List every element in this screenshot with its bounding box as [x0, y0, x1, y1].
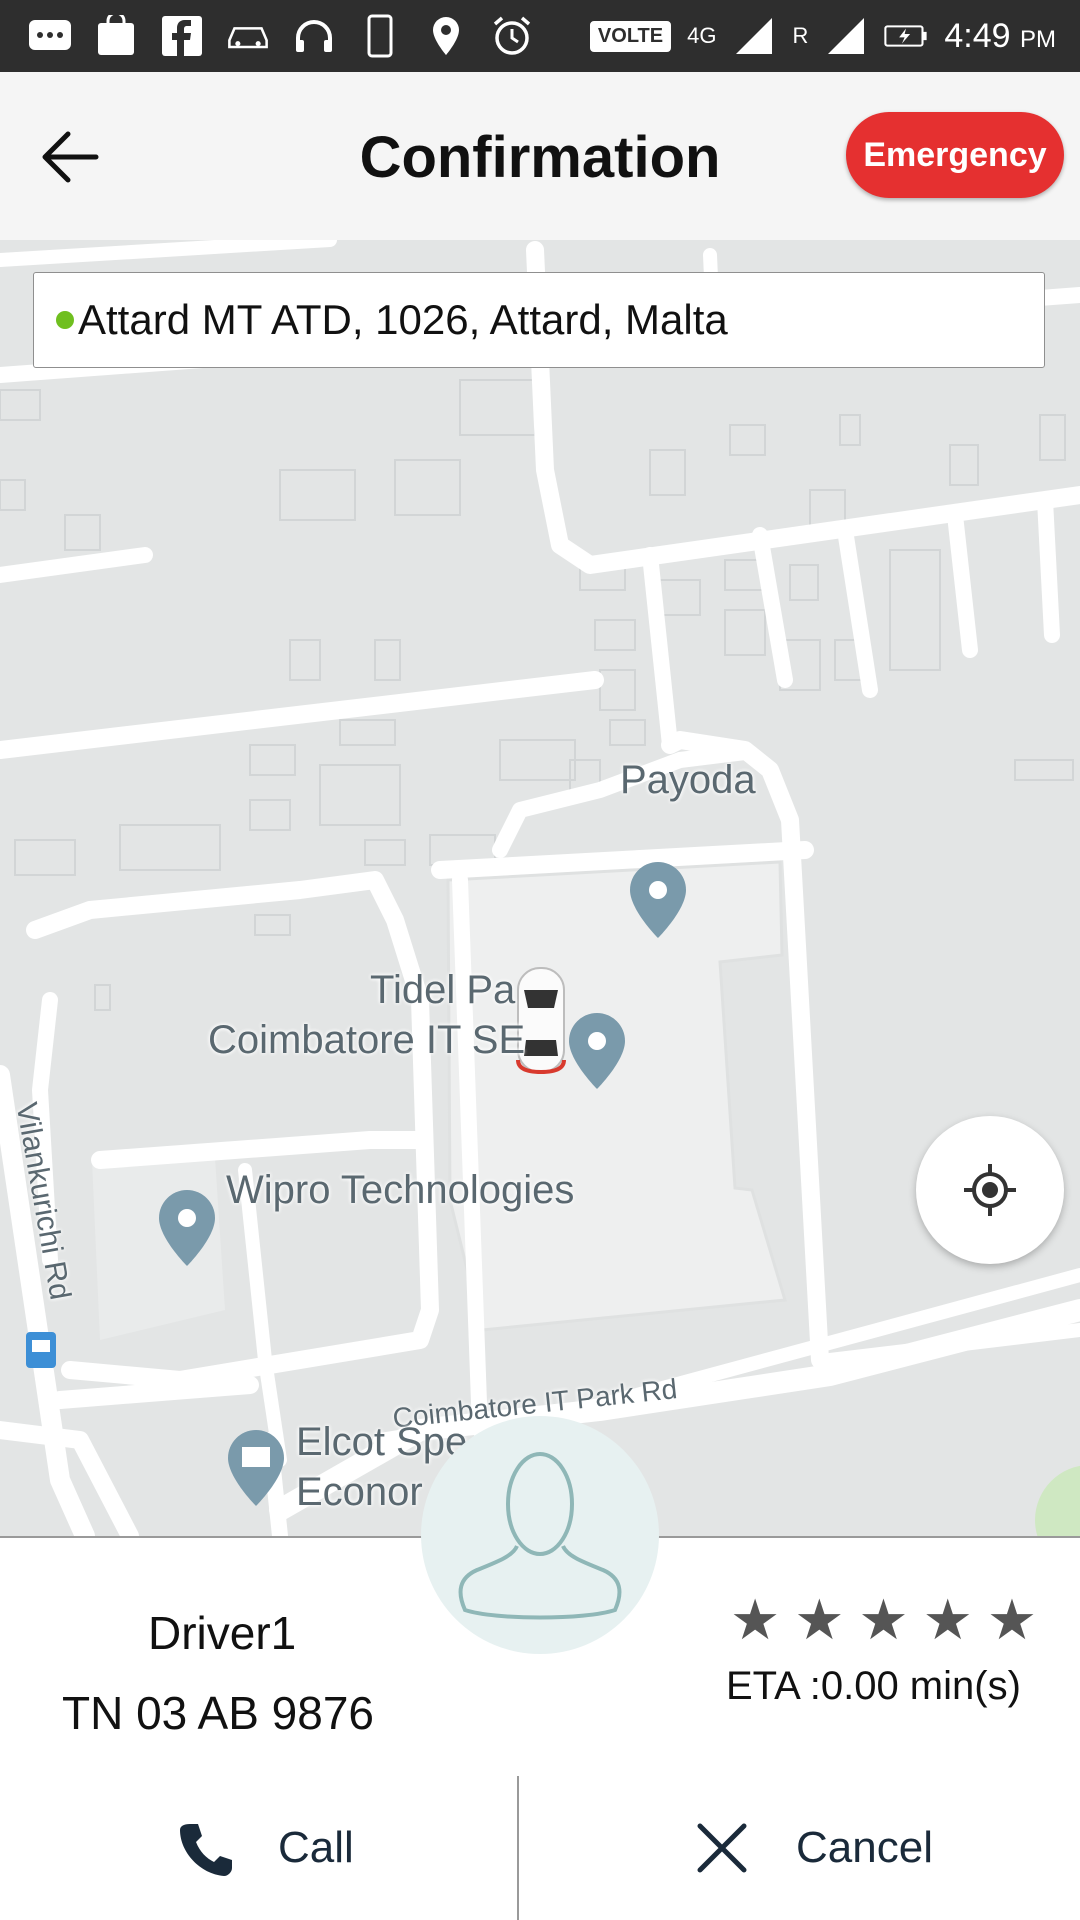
map-label-tidel: Tidel Pa: [370, 968, 516, 1012]
my-location-button[interactable]: [916, 1116, 1064, 1264]
headphones-icon: [292, 14, 336, 58]
alarm-icon: [490, 14, 534, 58]
cancel-button[interactable]: Cancel: [694, 1776, 933, 1920]
map-label-coimbatore-it: Coimbatore IT SE: [208, 1018, 526, 1062]
star-icon: ★: [730, 1588, 781, 1651]
cancel-label: Cancel: [796, 1823, 933, 1872]
action-bar: Call Cancel: [0, 1776, 1080, 1920]
pickup-address-text: Attard MT ATD, 1026, Attard, Malta: [78, 296, 728, 343]
call-button[interactable]: Call: [176, 1776, 354, 1920]
shopping-bag-icon: [94, 14, 138, 58]
signal-icon: [732, 14, 776, 58]
emergency-button[interactable]: Emergency: [846, 112, 1064, 198]
map-canvas: [0, 240, 1080, 1536]
volte-badge: VOLTE: [589, 20, 672, 52]
battery-charging-icon: [884, 14, 928, 58]
clock: 4:49 PM: [944, 16, 1056, 55]
driver-name: Driver1: [148, 1607, 297, 1659]
star-icon: ★: [858, 1588, 909, 1651]
map-label-payoda: Payoda: [620, 758, 756, 802]
app-header: Confirmation Emergency: [0, 72, 1080, 241]
driver-rating: ★ ★ ★ ★ ★: [730, 1592, 1037, 1648]
phone-device-icon: [358, 14, 402, 58]
driver-avatar: [421, 1416, 659, 1654]
pickup-address-field[interactable]: Attard MT ATD, 1026, Attard, Malta: [33, 272, 1045, 368]
location-icon: [424, 14, 468, 58]
map-label-wipro: Wipro Technologies: [226, 1168, 575, 1212]
location-dot-icon: [56, 311, 74, 329]
eta-text: ETA :0.00 min(s): [726, 1664, 1021, 1708]
signal-2-icon: [824, 14, 868, 58]
call-label: Call: [278, 1823, 354, 1872]
map-view[interactable]: Payoda Tidel Pa Coimbatore IT SE Wipro T…: [0, 240, 1080, 1536]
map-label-elcot: Elcot Spe: [296, 1420, 468, 1464]
vehicle-plate: TN 03 AB 9876: [62, 1687, 374, 1739]
crosshair-icon: [964, 1164, 1016, 1216]
user-avatar-icon: [458, 1452, 622, 1620]
facebook-icon: [160, 14, 204, 58]
phone-icon: [180, 1824, 232, 1876]
car-icon: [226, 14, 270, 58]
map-label-elcot-2: Econor: [296, 1470, 423, 1514]
close-icon: [697, 1823, 747, 1873]
status-bar: VOLTE 4G R 4:49 PM: [0, 0, 1080, 72]
message-icon: [28, 14, 72, 58]
star-icon: ★: [794, 1588, 845, 1651]
star-icon: ★: [986, 1588, 1038, 1651]
star-icon: ★: [922, 1588, 973, 1651]
action-divider: [517, 1776, 519, 1920]
network-type: 4G: [687, 23, 717, 48]
roaming-indicator: R: [792, 23, 809, 48]
